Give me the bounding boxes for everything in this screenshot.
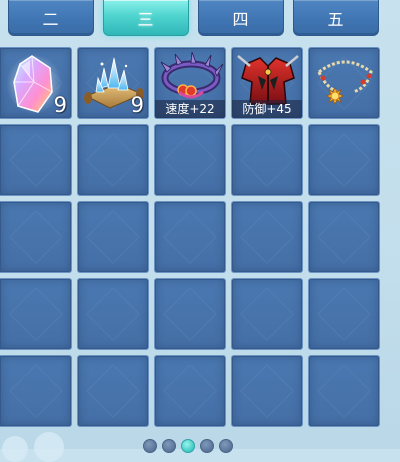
- page-indicator: [143, 439, 233, 453]
- empty-slot[interactable]: [231, 355, 303, 427]
- item-quantity: 9: [130, 93, 144, 117]
- tab-3-active[interactable]: 三: [103, 0, 189, 36]
- item-stat-label: 防御+45: [232, 100, 302, 118]
- page-dot[interactable]: [162, 439, 176, 453]
- empty-slot[interactable]: [231, 201, 303, 273]
- empty-slot[interactable]: [154, 278, 226, 350]
- empty-slot[interactable]: [308, 201, 380, 273]
- empty-slot[interactable]: [0, 124, 72, 196]
- empty-slot[interactable]: [308, 124, 380, 196]
- page-dot[interactable]: [143, 439, 157, 453]
- decorative-bubble: [2, 436, 28, 462]
- empty-slot[interactable]: [154, 201, 226, 273]
- empty-slot[interactable]: [231, 278, 303, 350]
- empty-slot[interactable]: [77, 201, 149, 273]
- decorative-bubble: [34, 432, 64, 462]
- empty-slot[interactable]: [0, 355, 72, 427]
- empty-slot[interactable]: [308, 355, 380, 427]
- page-dot-current[interactable]: [181, 439, 195, 453]
- inventory-slot[interactable]: 防御+45: [231, 47, 303, 119]
- tab-4[interactable]: 四: [198, 0, 284, 36]
- tab-2[interactable]: 二: [8, 0, 94, 36]
- page-dot[interactable]: [200, 439, 214, 453]
- empty-slot[interactable]: [77, 278, 149, 350]
- empty-slot[interactable]: [0, 278, 72, 350]
- page-dot[interactable]: [219, 439, 233, 453]
- empty-slot[interactable]: [0, 201, 72, 273]
- tab-5[interactable]: 五: [293, 0, 379, 36]
- inventory-slot[interactable]: 速度+22: [154, 47, 226, 119]
- inventory-slot[interactable]: 9: [77, 47, 149, 119]
- empty-slot[interactable]: [77, 355, 149, 427]
- inventory-grid: 9 9 速度+22 防御+45: [0, 47, 381, 427]
- inventory-slot[interactable]: [308, 47, 380, 119]
- item-stat-label: 速度+22: [155, 100, 225, 118]
- tab-bar: 二 三 四 五: [0, 0, 400, 42]
- inventory-slot[interactable]: 9: [0, 47, 72, 119]
- empty-slot[interactable]: [308, 278, 380, 350]
- item-quantity: 9: [53, 93, 67, 117]
- empty-slot[interactable]: [154, 355, 226, 427]
- empty-slot[interactable]: [154, 124, 226, 196]
- sun-pendant-necklace-icon: [317, 60, 373, 105]
- empty-slot[interactable]: [231, 124, 303, 196]
- empty-slot[interactable]: [77, 124, 149, 196]
